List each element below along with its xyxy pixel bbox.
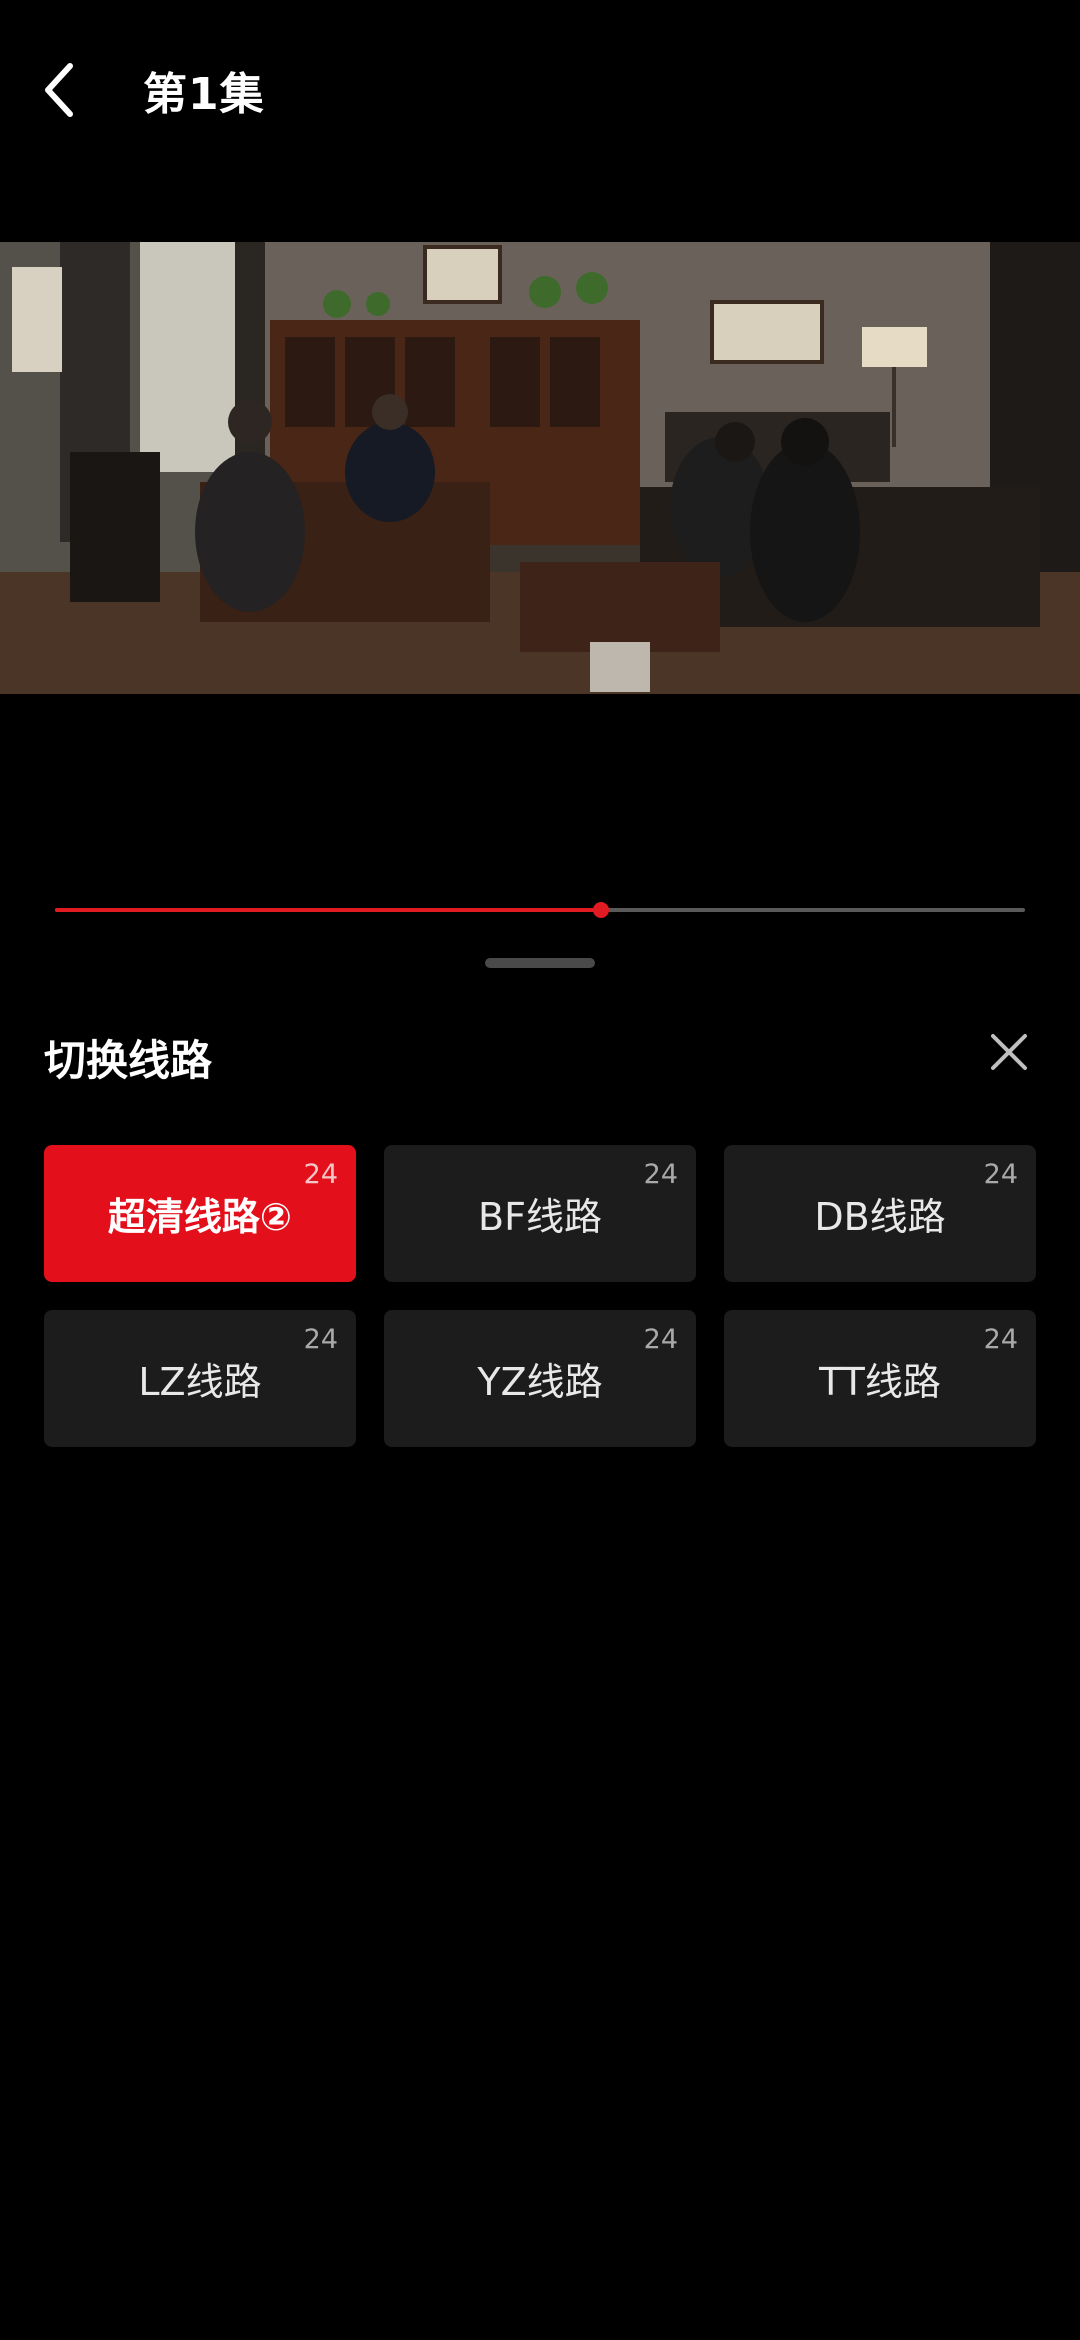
route-option[interactable]: YZ线路 24 <box>384 1310 696 1447</box>
route-option[interactable]: DB线路 24 <box>724 1145 1036 1282</box>
sheet-drag-handle[interactable] <box>485 958 595 968</box>
route-label: YZ线路 <box>477 1360 603 1404</box>
episode-title: 第1集 <box>143 69 265 120</box>
route-label: TT线路 <box>819 1360 941 1404</box>
route-label: BF线路 <box>478 1195 602 1239</box>
route-grid: 超清线路② 24 BF线路 24 DB线路 24 LZ线路 24 YZ线路 24… <box>44 1145 1036 1447</box>
episode-count: 24 <box>643 1159 678 1190</box>
close-icon <box>991 1034 1027 1070</box>
episode-count: 24 <box>983 1324 1018 1355</box>
video-frame <box>0 242 1080 694</box>
top-bar: 第1集 <box>0 0 1080 180</box>
episode-count: 24 <box>643 1324 678 1355</box>
episode-count: 24 <box>983 1159 1018 1190</box>
back-button[interactable] <box>30 50 90 130</box>
close-button[interactable] <box>985 1028 1033 1076</box>
route-option[interactable]: 超清线路② 24 <box>44 1145 356 1282</box>
route-option[interactable]: BF线路 24 <box>384 1145 696 1282</box>
episode-count: 24 <box>303 1324 338 1355</box>
progress-thumb[interactable] <box>593 902 610 918</box>
progress-fill <box>55 908 602 912</box>
chevron-left-icon <box>45 63 73 117</box>
route-option[interactable]: LZ线路 24 <box>44 1310 356 1447</box>
route-label: LZ线路 <box>138 1360 262 1404</box>
episode-count: 24 <box>303 1159 338 1190</box>
route-option[interactable]: TT线路 24 <box>724 1310 1036 1447</box>
playback-progress-slider[interactable] <box>55 900 1025 920</box>
sheet-title: 切换线路 <box>44 1036 213 1085</box>
route-label: DB线路 <box>814 1195 946 1239</box>
route-label: 超清线路② <box>107 1195 293 1239</box>
video-player[interactable] <box>0 242 1080 694</box>
